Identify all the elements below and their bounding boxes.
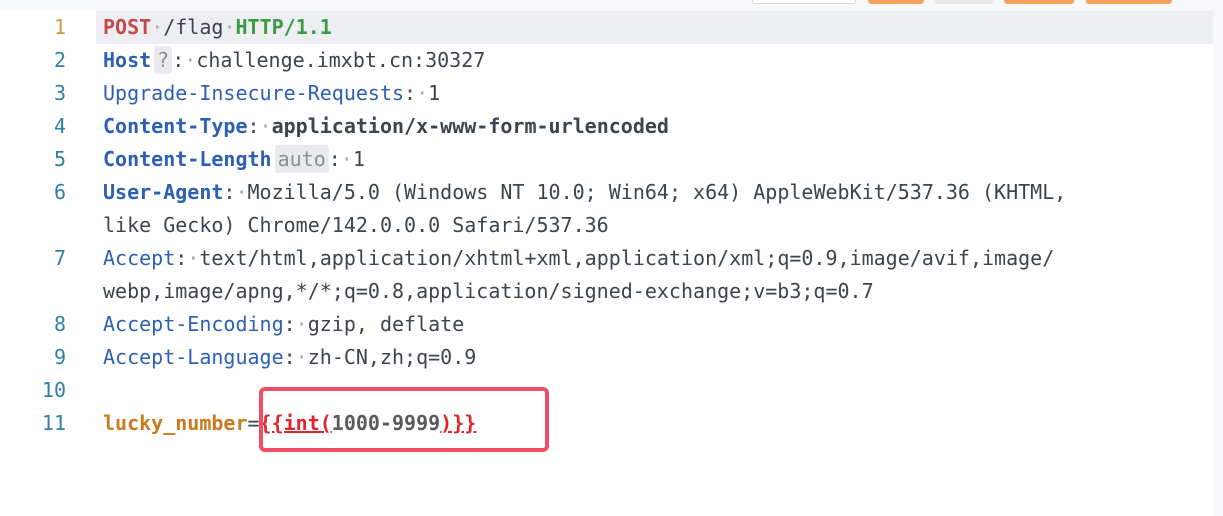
toolbar-button-5[interactable] xyxy=(1086,0,1172,4)
header-value: 1 xyxy=(428,81,441,105)
header-host[interactable]: Host?:·challenge.imxbt.cn:30327 xyxy=(103,44,485,77)
whitespace-marker: · xyxy=(223,15,236,39)
toolbar-button-3[interactable] xyxy=(935,0,993,4)
header-name: Accept xyxy=(103,246,176,270)
header-name: Content-Length xyxy=(103,147,272,171)
header-accept-encoding[interactable]: Accept-Encoding:·gzip, deflate xyxy=(103,308,464,341)
editor-line-3[interactable]: 3 Upgrade-Insecure-Requests:·1 xyxy=(0,77,1213,110)
header-value-line-1: text/html,application/xhtml+xml,applicat… xyxy=(199,246,1055,270)
header-name: Host xyxy=(103,48,152,72)
vertical-scrollbar[interactable] xyxy=(1213,11,1223,516)
header-user-agent[interactable]: User-Agent:·Mozilla/5.0 (Windows NT 10.0… xyxy=(103,176,1078,209)
editor-line-9[interactable]: 9 Accept-Language:·zh-CN,zh;q=0.9 xyxy=(0,341,1213,374)
editor-line-6[interactable]: 6 User-Agent:·Mozilla/5.0 (Windows NT 10… xyxy=(0,176,1213,242)
header-name: Content-Type xyxy=(103,114,248,138)
header-name: Accept-Language xyxy=(103,345,284,369)
whitespace-marker: · xyxy=(151,15,164,39)
editor-line-8[interactable]: 8 Accept-Encoding:·gzip, deflate xyxy=(0,308,1213,341)
line-number: 4 xyxy=(53,114,66,138)
line-number: 10 xyxy=(41,378,66,402)
line-number: 1 xyxy=(53,15,66,39)
header-hint-badge[interactable]: ? xyxy=(154,46,173,74)
editor-line-2[interactable]: 2 Host?:·challenge.imxbt.cn:30327 xyxy=(0,44,1213,77)
editor-line-11[interactable]: 11 lucky_number={{int(1000-9999)}} xyxy=(0,407,1213,440)
header-value: 1 xyxy=(352,147,365,171)
highlight-annotation-box xyxy=(259,387,549,452)
editor-line-7[interactable]: 7 Accept:·text/html,application/xhtml+xm… xyxy=(0,242,1213,308)
line-number: 8 xyxy=(53,312,66,336)
toolbar-button-2[interactable] xyxy=(868,0,924,4)
header-value: gzip, deflate xyxy=(307,312,465,336)
http-method: POST xyxy=(103,15,152,39)
header-value-line-2: webp,image/apng,*/*;q=0.8,application/si… xyxy=(103,279,874,303)
editor-line-4[interactable]: 4 Content-Type:·application/x-www-form-u… xyxy=(0,110,1213,143)
header-accept[interactable]: Accept:·text/html,application/xhtml+xml,… xyxy=(103,242,1054,275)
body-equals: = xyxy=(247,411,260,435)
header-value: zh-CN,zh;q=0.9 xyxy=(307,345,477,369)
editor-line-1[interactable]: 1 POST·/flag·HTTP/1.1 xyxy=(0,11,1213,44)
http-protocol: HTTP/1.1 xyxy=(235,15,332,39)
header-content-length[interactable]: Content-Length auto:·1 xyxy=(103,143,365,176)
header-value: application/x-www-form-urlencoded xyxy=(271,114,669,138)
auto-length-badge[interactable]: auto xyxy=(274,145,329,173)
header-name: Accept-Encoding xyxy=(103,312,284,336)
line-number: 9 xyxy=(53,345,66,369)
header-content-type[interactable]: Content-Type:·application/x-www-form-url… xyxy=(103,110,669,143)
editor-line-10[interactable]: 10 xyxy=(0,374,1213,407)
header-value: challenge.imxbt.cn:30327 xyxy=(196,48,486,72)
line-number: 2 xyxy=(53,48,66,72)
header-accept-language[interactable]: Accept-Language:·zh-CN,zh;q=0.9 xyxy=(103,341,476,374)
toolbar-button-4[interactable] xyxy=(1004,0,1074,4)
line-number: 6 xyxy=(53,180,66,204)
line-number: 5 xyxy=(53,147,66,171)
editor-line-5[interactable]: 5 Content-Length auto:·1 xyxy=(0,143,1213,176)
header-value-line-1: Mozilla/5.0 (Windows NT 10.0; Win64; x64… xyxy=(247,180,1079,204)
header-name: Upgrade-Insecure-Requests xyxy=(103,81,405,105)
line-number: 11 xyxy=(41,411,66,435)
header-name: User-Agent xyxy=(103,180,224,204)
request-line[interactable]: POST·/flag·HTTP/1.1 xyxy=(103,11,332,44)
toolbar-button-1[interactable] xyxy=(752,0,856,4)
line-number: 7 xyxy=(53,246,66,270)
request-path: /flag xyxy=(163,15,224,39)
header-value-line-2: like Gecko) Chrome/142.0.0.0 Safari/537.… xyxy=(103,213,609,237)
top-toolbar xyxy=(0,0,1223,10)
header-upgrade-insecure-requests[interactable]: Upgrade-Insecure-Requests:·1 xyxy=(103,77,440,110)
body-param-name: lucky_number xyxy=(103,411,248,435)
line-number: 3 xyxy=(53,81,66,105)
request-editor[interactable]: 1 POST·/flag·HTTP/1.1 2 Host?:·challenge… xyxy=(0,11,1214,516)
